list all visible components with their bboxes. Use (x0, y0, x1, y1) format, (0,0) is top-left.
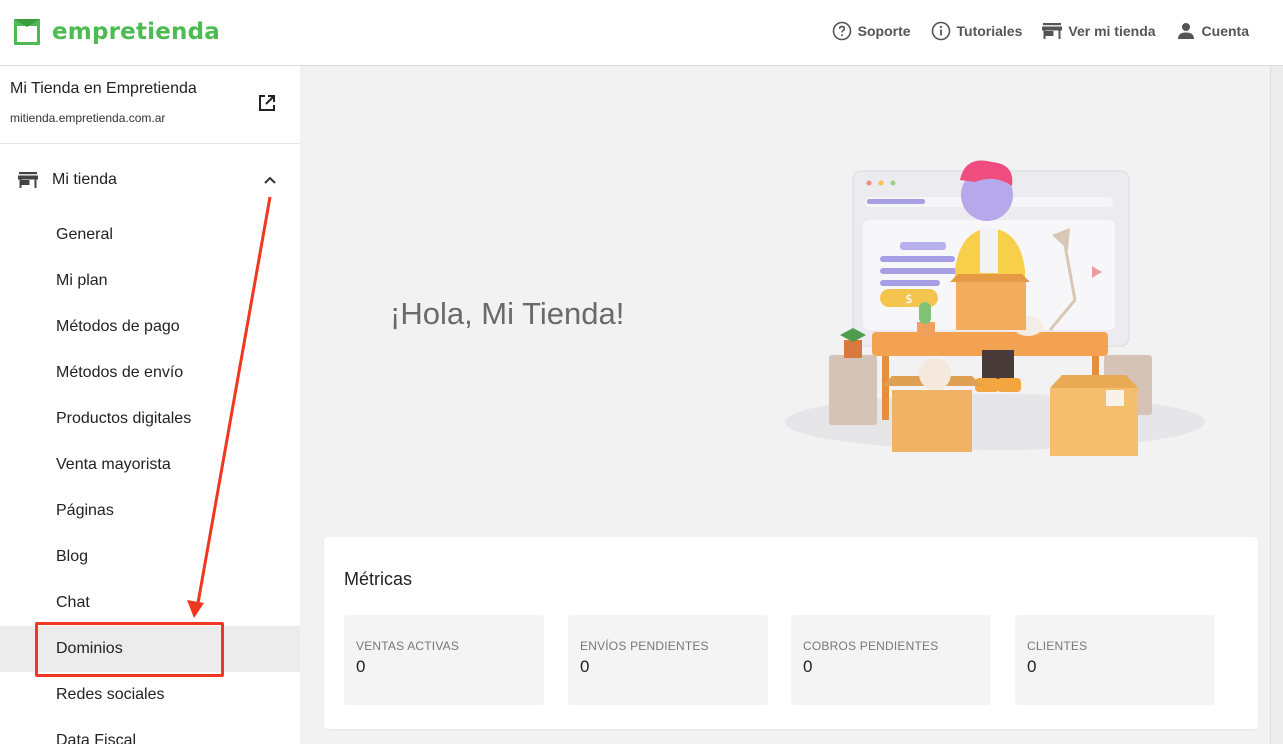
sidebar-item-label: Métodos de pago (56, 318, 180, 335)
sidebar-item-metodos-de-pago[interactable]: Métodos de pago (0, 304, 300, 350)
metric-value: 0 (1027, 657, 1037, 676)
sidebar-item-mi-plan[interactable]: Mi plan (0, 258, 300, 304)
nav-tutoriales[interactable]: Tutoriales (931, 21, 1023, 41)
sidebar-item-label: Data Fiscal (56, 732, 137, 744)
nav-tutoriales-label: Tutoriales (956, 23, 1023, 39)
page-scrollbar[interactable] (1270, 66, 1283, 744)
sidebar-item-data-fiscal[interactable]: Data Fiscal (0, 718, 300, 744)
sidebar-item-label: Blog (56, 548, 89, 565)
help-circle-icon (832, 21, 851, 41)
sidebar-divider (0, 143, 300, 144)
price-symbol: $ (905, 292, 913, 306)
metric-label: CLIENTES (1027, 639, 1088, 653)
top-nav: Soporte Tutoriales Ver mi tienda Cuenta (812, 21, 1249, 41)
welcome-illustration: $ (785, 160, 1205, 456)
sidebar-item-metodos-de-envio[interactable]: Métodos de envío (0, 350, 300, 396)
nav-soporte[interactable]: Soporte (832, 21, 911, 41)
top-header: empretienda Soporte Tutoriales Ver mi ti… (0, 0, 1283, 66)
storefront-icon (1042, 23, 1063, 39)
sidebar-item-chat[interactable]: Chat (0, 580, 300, 626)
sidebar-item-redes-sociales[interactable]: Redes sociales (0, 672, 300, 718)
store-icon (18, 172, 38, 188)
store-name: Mi Tienda en Empretienda (10, 80, 197, 97)
nav-cuenta[interactable]: Cuenta (1176, 21, 1249, 41)
sidebar-item-label: Redes sociales (56, 686, 165, 703)
sidebar-item-productos-digitales[interactable]: Productos digitales (0, 396, 300, 442)
sidebar-item-blog[interactable]: Blog (0, 534, 300, 580)
sidebar-item-label: Venta mayorista (56, 456, 171, 473)
external-link-icon[interactable] (257, 93, 277, 113)
greeting-title: ¡Hola, Mi Tienda! (390, 296, 625, 331)
metric-label: COBROS PENDIENTES (803, 639, 939, 653)
metric-value: 0 (356, 657, 366, 676)
nav-cuenta-label: Cuenta (1201, 23, 1249, 39)
nav-soporte-label: Soporte (857, 23, 911, 39)
metric-label: VENTAS ACTIVAS (356, 639, 460, 653)
sidebar-item-label: Métodos de envío (56, 364, 184, 381)
metric-ventas-activas[interactable]: VENTAS ACTIVAS 0 (344, 615, 544, 705)
sidebar-item-label: Mi plan (56, 272, 108, 289)
metric-envios-pendientes[interactable]: ENVÍOS PENDIENTES 0 (568, 615, 768, 705)
section-mi-tienda[interactable]: Mi tienda (0, 158, 300, 202)
nav-ver-mi-tienda[interactable]: Ver mi tienda (1042, 22, 1156, 40)
metric-clientes[interactable]: CLIENTES 0 (1015, 615, 1215, 705)
sidebar-item-general[interactable]: General (0, 212, 300, 258)
sidebar-item-paginas[interactable]: Páginas (0, 488, 300, 534)
brand-logo[interactable]: empretienda (14, 19, 220, 45)
sidebar-item-label: Productos digitales (56, 410, 192, 427)
sidebar-item-venta-mayorista[interactable]: Venta mayorista (0, 442, 300, 488)
store-url[interactable]: mitienda.empretienda.com.ar (10, 111, 165, 125)
sidebar-item-label: Chat (56, 594, 90, 611)
metric-cobros-pendientes[interactable]: COBROS PENDIENTES 0 (791, 615, 991, 705)
metric-value: 0 (803, 657, 813, 676)
logo-icon (14, 19, 40, 45)
person-icon (1177, 23, 1194, 39)
metric-value: 0 (580, 657, 590, 676)
metric-label: ENVÍOS PENDIENTES (580, 639, 709, 653)
info-circle-icon (931, 21, 950, 41)
nav-ver-mi-tienda-label: Ver mi tienda (1068, 23, 1156, 39)
sidebar-item-label: General (56, 226, 113, 243)
brand-name: empretienda (52, 19, 221, 45)
annotation-highlight-box (35, 622, 224, 677)
sidebar-item-label: Páginas (56, 502, 114, 519)
section-label: Mi tienda (52, 171, 117, 188)
chevron-up-icon[interactable] (262, 172, 278, 188)
metrics-title: Métricas (344, 569, 413, 589)
metrics-card: Métricas VENTAS ACTIVAS 0 ENVÍOS PENDIEN… (324, 537, 1258, 729)
